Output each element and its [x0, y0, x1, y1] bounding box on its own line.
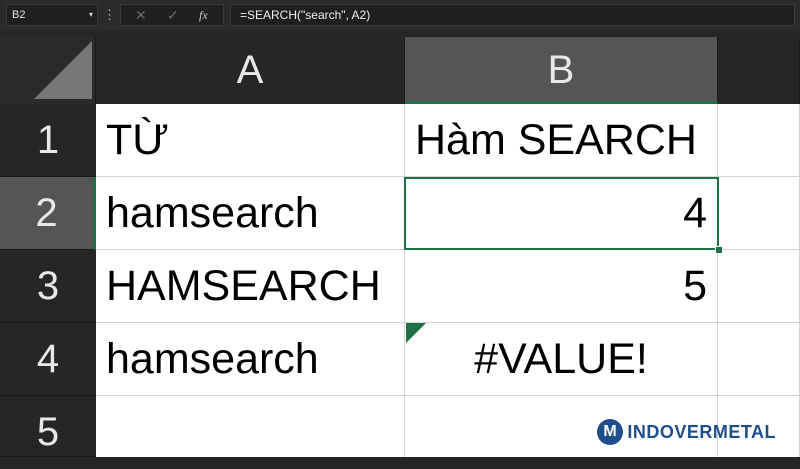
row-header-1[interactable]: 1: [0, 104, 96, 177]
cell-b4[interactable]: #VALUE!: [405, 323, 718, 396]
watermark-text: INDOVERMETAL: [627, 421, 776, 442]
cell-a2[interactable]: hamsearch: [96, 177, 405, 250]
column-header-b[interactable]: B: [405, 37, 718, 104]
column-header-c[interactable]: [718, 37, 800, 104]
error-indicator-icon[interactable]: [406, 323, 426, 343]
cell-b1-value: Hàm SEARCH: [415, 115, 697, 164]
column-header-a[interactable]: A: [96, 37, 405, 104]
name-box[interactable]: B2 ▾: [6, 4, 98, 26]
chevron-down-icon[interactable]: ▾: [89, 5, 93, 25]
more-options-icon[interactable]: ⋮: [103, 5, 116, 25]
row-header-5[interactable]: 5: [0, 396, 96, 457]
cell-b3[interactable]: 5: [405, 250, 718, 323]
fill-handle[interactable]: [715, 246, 723, 254]
cell-b2[interactable]: 4: [405, 177, 718, 250]
cell-c3[interactable]: [718, 250, 800, 323]
cell-a1-value: TỪ: [106, 115, 169, 164]
cancel-icon[interactable]: ✕: [135, 5, 147, 25]
cell-a3-value: HAMSEARCH: [106, 261, 381, 310]
cell-c2[interactable]: [718, 177, 800, 250]
cell-b3-value: 5: [683, 261, 707, 310]
watermark-logo-icon: M: [597, 419, 624, 445]
insert-function-icon[interactable]: fx: [199, 5, 208, 25]
cell-c1[interactable]: [718, 104, 800, 177]
watermark: M INDOVERMETAL: [597, 417, 776, 447]
cell-a3[interactable]: HAMSEARCH: [96, 250, 405, 323]
name-box-value: B2: [12, 9, 26, 21]
cell-b2-value: 4: [683, 188, 707, 237]
enter-icon[interactable]: ✓: [167, 5, 179, 25]
formula-input[interactable]: =SEARCH("search", A2): [230, 4, 795, 26]
formula-controls: ✕ ✓ fx: [120, 4, 224, 26]
cell-a5[interactable]: [96, 396, 405, 457]
cell-c4[interactable]: [718, 323, 800, 396]
cell-b4-value: #VALUE!: [474, 334, 648, 383]
cell-b1[interactable]: Hàm SEARCH: [405, 104, 718, 177]
cell-a4[interactable]: hamsearch: [96, 323, 405, 396]
select-all-button[interactable]: [0, 37, 96, 104]
formula-bar: B2 ▾ ⋮ ✕ ✓ fx =SEARCH("search", A2): [0, 0, 800, 30]
row-header-4[interactable]: 4: [0, 323, 96, 396]
spreadsheet-grid: A B 1 2 3 4 5 TỪ Hàm SEARCH hamsearch 4 …: [0, 37, 800, 457]
cell-a1[interactable]: TỪ: [96, 104, 405, 177]
cell-a4-value: hamsearch: [106, 334, 319, 383]
cell-a2-value: hamsearch: [106, 188, 319, 237]
row-header-2[interactable]: 2: [0, 177, 96, 250]
row-header-3[interactable]: 3: [0, 250, 96, 323]
select-all-triangle-icon: [34, 41, 92, 99]
